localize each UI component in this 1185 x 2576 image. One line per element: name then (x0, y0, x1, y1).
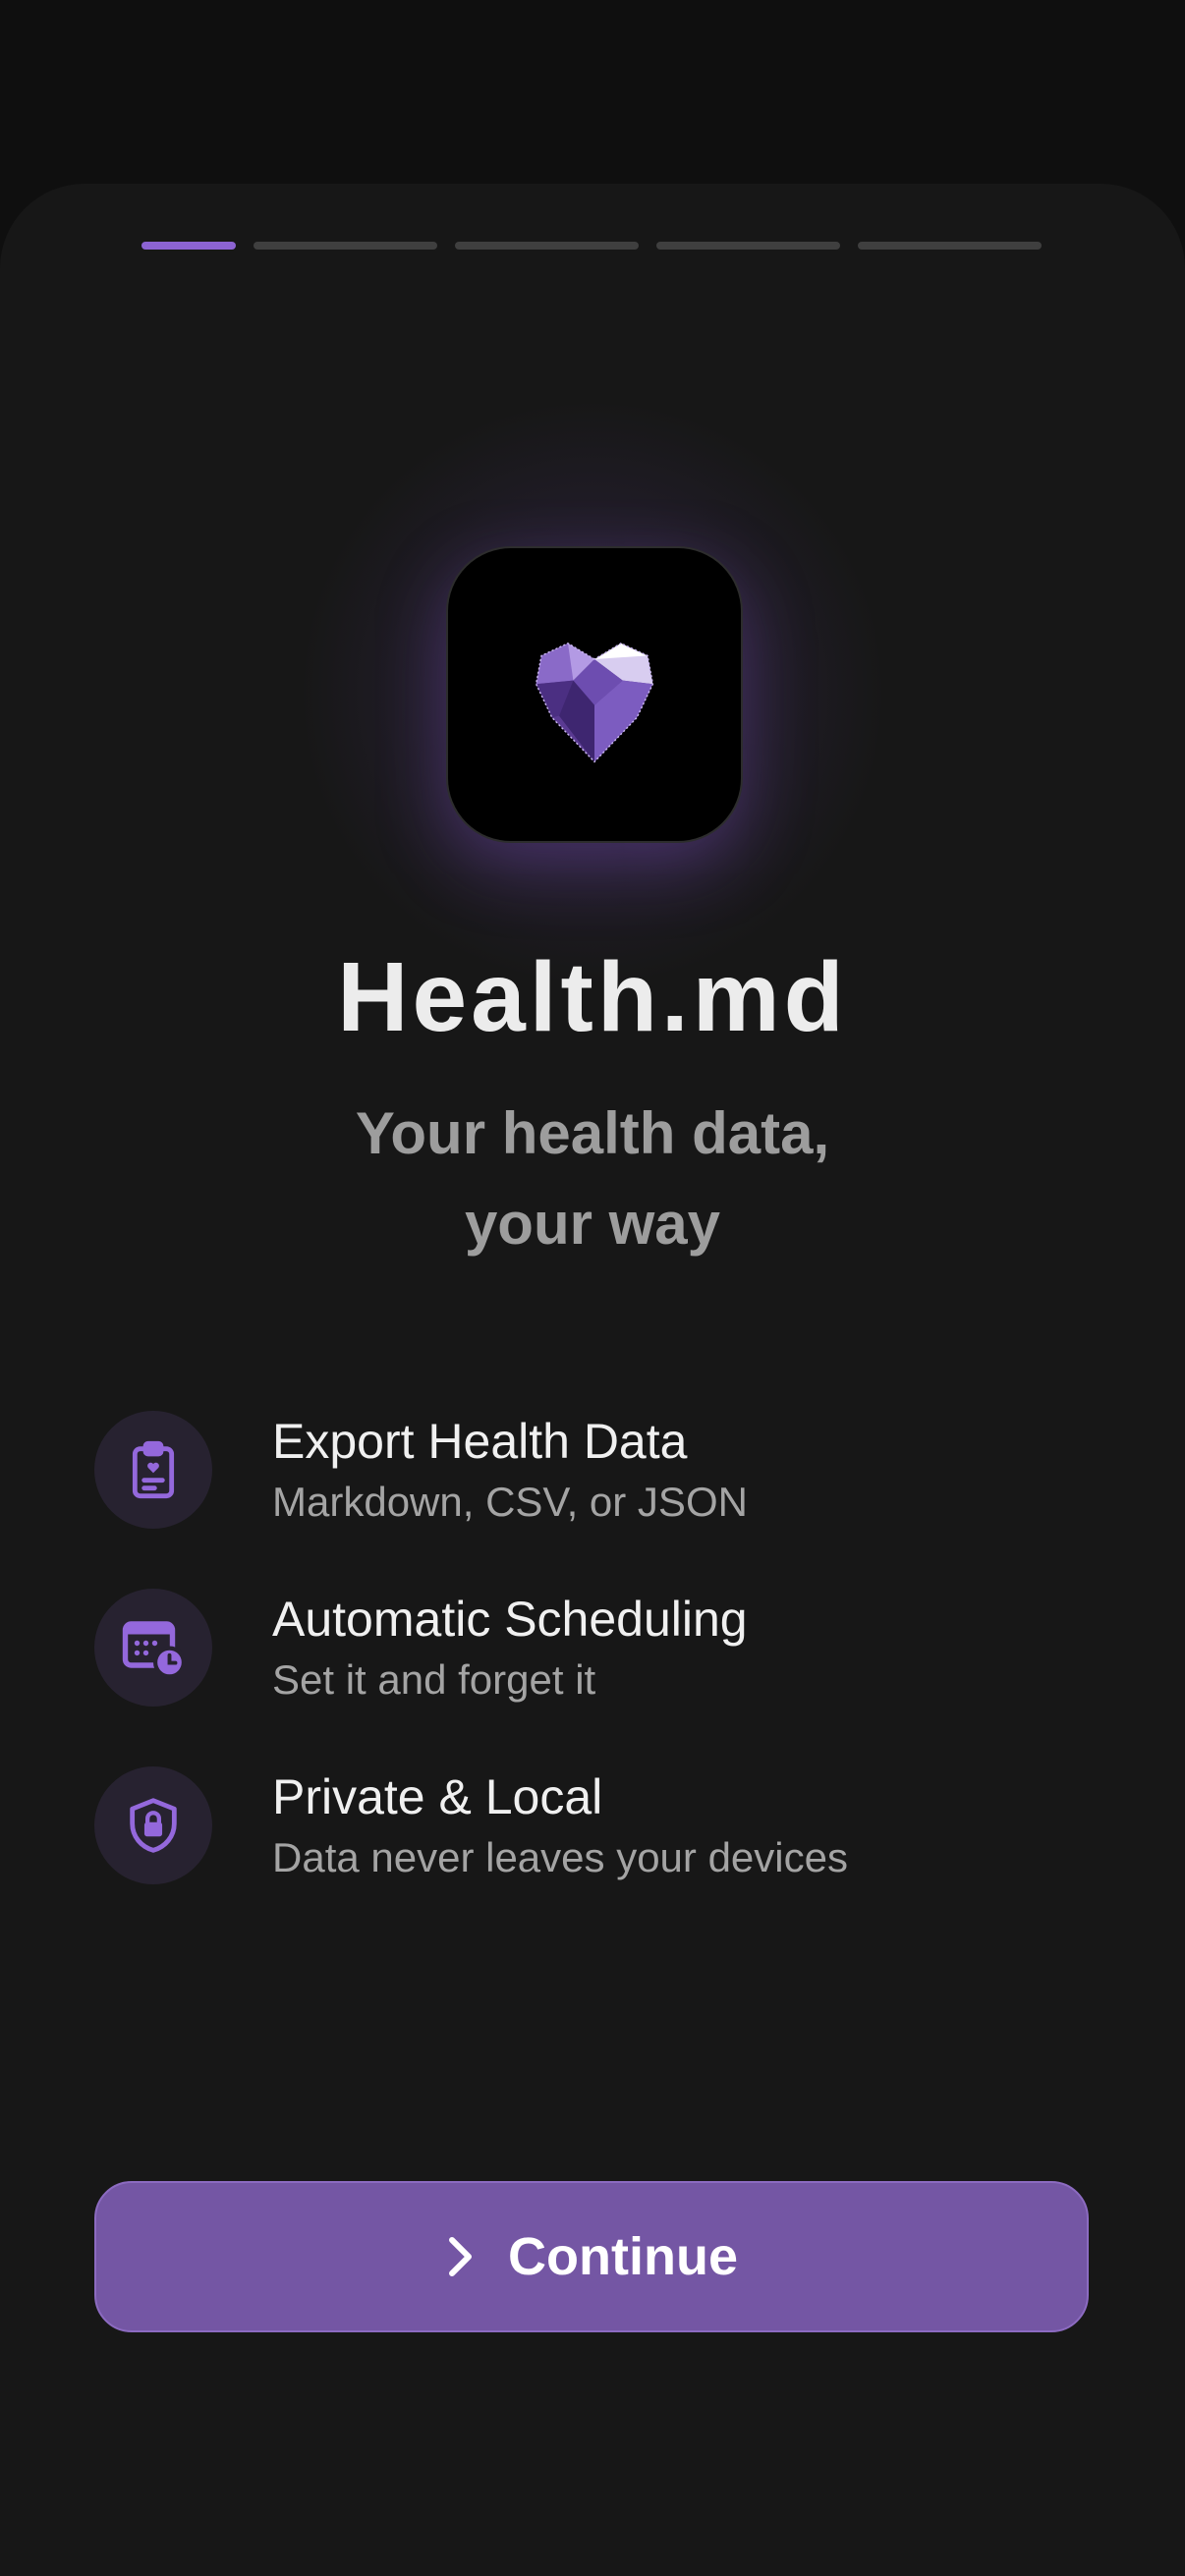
feature-title: Automatic Scheduling (272, 1592, 748, 1647)
feature-icon-badge (94, 1589, 212, 1707)
chevron-right-icon (445, 2235, 475, 2278)
onboarding-progress (141, 242, 1042, 251)
clipboard-heart-icon (132, 1440, 175, 1499)
feature-item-private: Private & Local Data never leaves your d… (94, 1766, 1087, 1884)
feature-icon-badge (94, 1766, 212, 1884)
feature-item-scheduling: Automatic Scheduling Set it and forget i… (94, 1589, 1087, 1707)
progress-step-3 (455, 242, 639, 250)
tagline-line-2: your way (464, 1191, 721, 1257)
progress-step-1 (141, 242, 236, 250)
app-title: Health.md (337, 942, 848, 1052)
progress-step-2 (254, 242, 437, 250)
crystal-heart-icon (535, 642, 654, 763)
progress-step-4 (656, 242, 840, 250)
continue-button[interactable]: Continue (94, 2181, 1089, 2332)
feature-item-export: Export Health Data Markdown, CSV, or JSO… (94, 1411, 1087, 1529)
tagline-line-1: Your health data, (355, 1100, 830, 1166)
progress-step-5 (858, 242, 1042, 250)
feature-title: Private & Local (272, 1769, 603, 1824)
feature-subtitle: Data never leaves your devices (272, 1834, 848, 1880)
feature-icon-badge (94, 1411, 212, 1529)
app-tagline: Your health data, your way (0, 1089, 1185, 1269)
feature-list: Export Health Data Markdown, CSV, or JSO… (94, 1411, 1087, 1944)
continue-label: Continue (508, 2227, 738, 2286)
app-icon (446, 546, 743, 843)
calendar-clock-icon (122, 1621, 187, 1679)
feature-subtitle: Set it and forget it (272, 1656, 596, 1703)
feature-title: Export Health Data (272, 1414, 688, 1469)
feature-subtitle: Markdown, CSV, or JSON (272, 1479, 748, 1525)
shield-lock-icon (130, 1798, 177, 1853)
